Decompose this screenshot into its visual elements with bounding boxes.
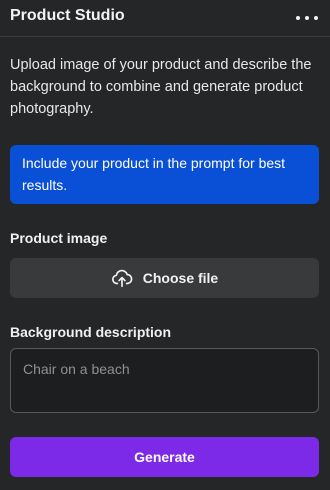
generate-button[interactable]: Generate [10,437,319,477]
background-description-label: Background description [10,324,172,340]
description-text: Upload image of your product and describ… [10,57,312,117]
choose-file-button[interactable]: Choose file [10,258,319,298]
more-icon-dot [296,16,300,20]
panel-header: Product Studio [0,0,330,37]
more-icon-dot [305,16,309,20]
more-options-button[interactable] [294,8,320,28]
cloud-upload-icon [111,269,133,288]
more-icon-dot [314,16,318,20]
choose-file-label: Choose file [142,270,219,286]
info-banner: Include your product in the prompt for b… [10,145,319,204]
product-image-label: Product image [10,230,108,246]
product-studio-panel: Product Studio Upload image of your prod… [0,0,330,490]
panel-title: Product Studio [10,7,125,24]
background-description-input[interactable] [10,348,319,413]
